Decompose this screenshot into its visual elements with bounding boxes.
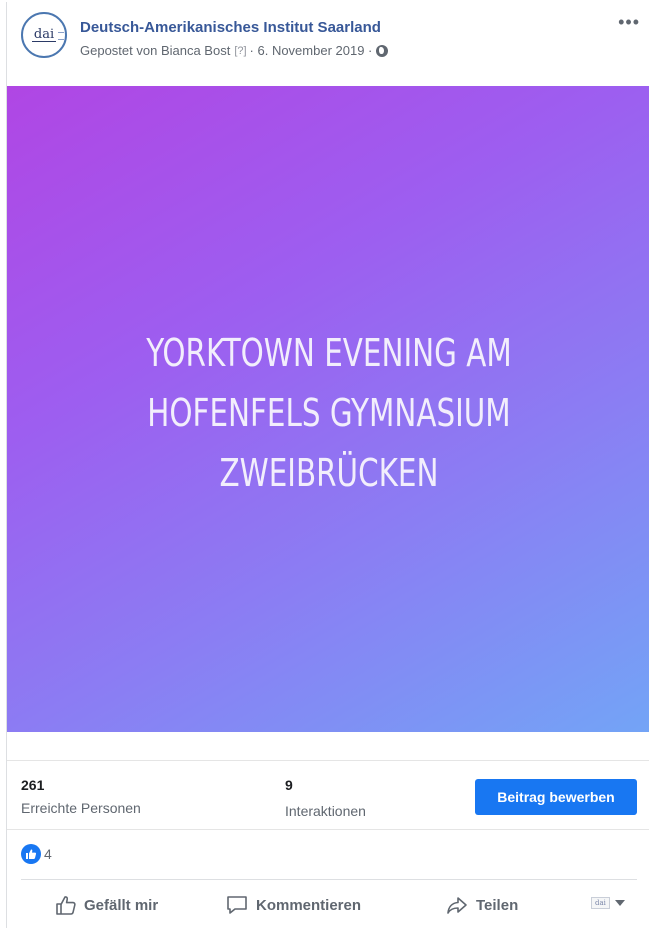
comment-button[interactable]: Kommentieren <box>225 891 361 919</box>
dai-logo: dai <box>31 26 65 42</box>
post-image[interactable]: YORKTOWN EVENING AM HOFENFELS GYMNASIUM … <box>7 86 649 732</box>
action-divider <box>21 879 637 880</box>
globe-icon[interactable] <box>376 44 389 57</box>
page-logo-thumbnail: dai <box>591 897 610 909</box>
post-card: dai Deutsch-Amerikanisches Institut Saar… <box>6 2 649 928</box>
more-options-icon[interactable]: ••• <box>618 13 640 31</box>
reach-count: 261 <box>21 777 45 793</box>
share-icon <box>447 897 467 914</box>
help-link[interactable]: [?] <box>234 45 246 57</box>
page-avatar[interactable]: dai <box>21 12 67 58</box>
share-button[interactable]: Teilen <box>445 891 518 919</box>
like-reaction-icon <box>21 844 41 864</box>
post-header: dai Deutsch-Amerikanisches Institut Saar… <box>7 2 649 86</box>
reaction-count: 4 <box>44 846 52 862</box>
image-text-line-3: ZWEIBRÜCKEN <box>219 451 439 495</box>
thumbs-up-icon <box>56 896 76 915</box>
like-label: Gefällt mir <box>84 896 159 914</box>
comment-label: Kommentieren <box>256 896 362 914</box>
reaction-summary[interactable]: 4 <box>21 844 52 864</box>
page-name-link[interactable]: Deutsch-Amerikanisches Institut Saarland <box>80 19 381 36</box>
share-label: Teilen <box>476 896 519 914</box>
like-button[interactable]: Gefällt mir <box>55 891 158 919</box>
image-text-line-2: HOFENFELS GYMNASIUM <box>147 391 511 435</box>
post-insights: 261 Erreichte Personen 9 Interaktionen B… <box>7 760 649 830</box>
post-meta: Gepostet von Bianca Bost [?] · 6. Novemb… <box>80 43 389 58</box>
posted-by-text: Gepostet von Bianca Bost <box>80 43 231 58</box>
comment-icon <box>227 896 247 914</box>
image-text-line-1: YORKTOWN EVENING AM <box>146 331 512 375</box>
reach-label: Erreichte Personen <box>21 800 141 816</box>
engagement-count: 9 <box>285 777 293 793</box>
post-date[interactable]: · 6. November 2019 · <box>250 43 373 58</box>
page-selector[interactable]: dai <box>591 897 625 909</box>
caret-down-icon <box>614 900 625 906</box>
engagement-label: Interaktionen <box>285 803 366 819</box>
boost-post-button[interactable]: Beitrag bewerben <box>475 779 637 815</box>
